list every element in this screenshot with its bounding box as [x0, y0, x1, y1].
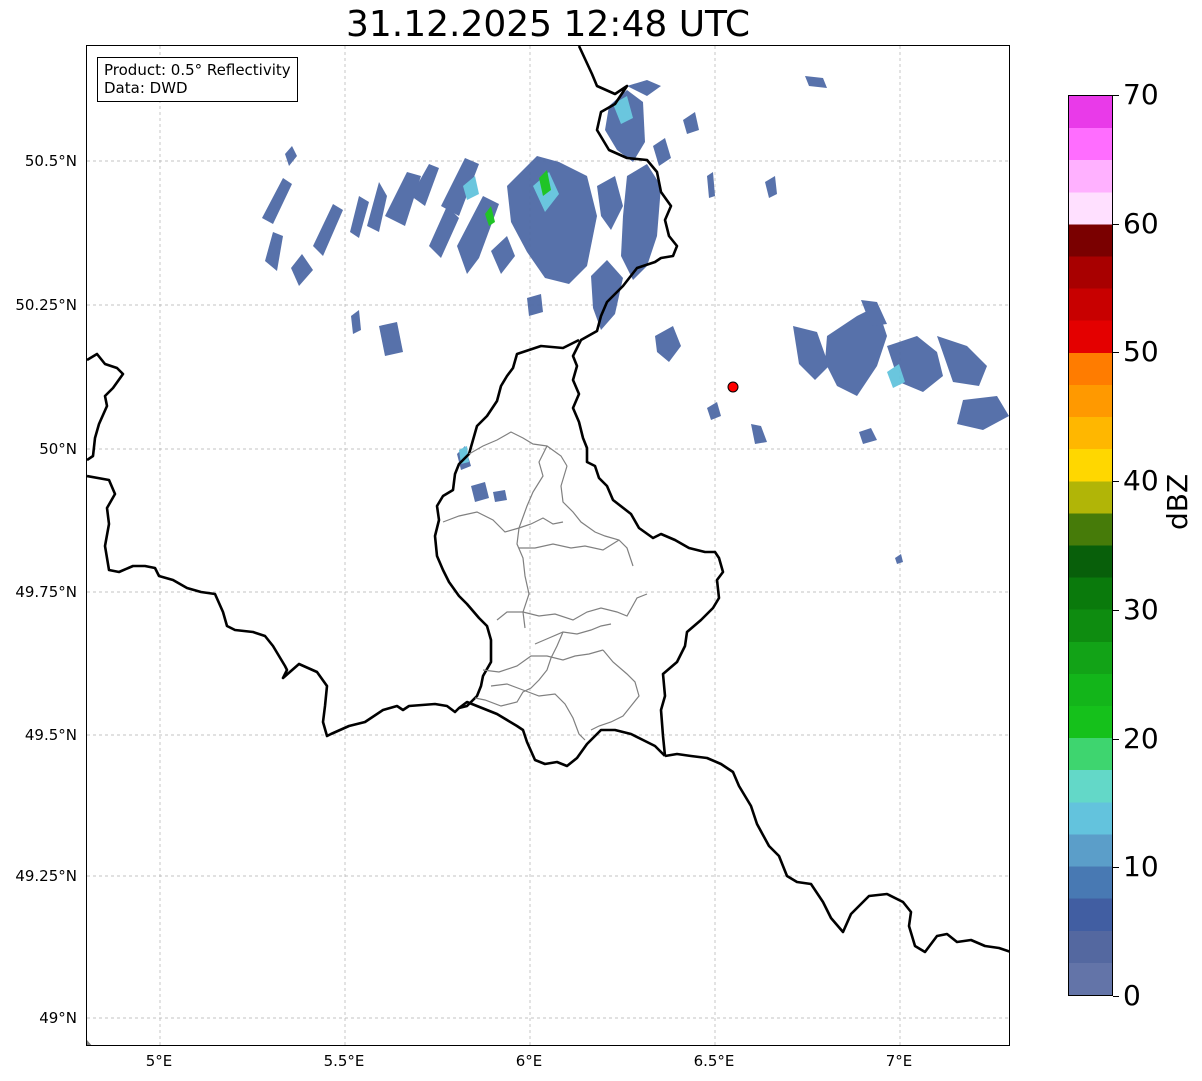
echo-cluster: [793, 326, 829, 380]
echo-cluster: [591, 260, 623, 330]
echo-cluster: [895, 554, 903, 564]
lat-label: 50.5°N: [24, 152, 77, 170]
echo-cluster: [805, 76, 827, 88]
echo-cluster: [313, 204, 343, 256]
product-info-box: Product: 0.5° Reflectivity Data: DWD: [97, 57, 298, 102]
colorbar-tick: [1113, 352, 1119, 353]
echo-cluster: [429, 206, 459, 258]
echo-cluster: [351, 310, 361, 334]
map-title: 31.12.2025 12:48 UTC: [345, 4, 751, 45]
echo-cluster: [471, 482, 489, 502]
lon-label: 5°E: [145, 1052, 173, 1070]
map-corner-marker: [87, 1040, 92, 1045]
colorbar-tick: [1113, 610, 1119, 611]
lat-label: 49.5°N: [24, 726, 77, 744]
colorbar-unit-label: dBZ: [1161, 473, 1194, 530]
admin-borders: [442, 431, 648, 741]
echo-cluster: [491, 236, 515, 274]
echo-cluster: [627, 80, 661, 96]
echo-cluster: [350, 196, 369, 238]
colorbar-tick-label: 70: [1123, 78, 1159, 111]
colorbar-tick-label: 30: [1123, 593, 1159, 626]
colorbar-tick: [1113, 224, 1119, 225]
echo-cluster: [597, 176, 623, 230]
echo-cluster: [285, 146, 297, 166]
echo-cluster: [265, 232, 283, 271]
map-canvas: [87, 46, 1009, 1045]
echo-cluster: [507, 156, 597, 284]
colorbar-tick-label: 40: [1123, 464, 1159, 497]
echo-cluster: [493, 490, 507, 502]
lon-label: 6.5°E: [693, 1052, 735, 1070]
radar-site-marker: [727, 381, 739, 393]
echo-cluster: [367, 182, 387, 232]
echo-cluster: [751, 424, 767, 444]
echo-cluster: [379, 322, 403, 356]
data-source-label: Data: DWD: [104, 79, 188, 97]
colorbar-tick: [1113, 867, 1119, 868]
colorbar-tick-label: 50: [1123, 335, 1159, 368]
echo-cluster: [683, 112, 699, 134]
echo-cluster: [765, 176, 777, 198]
colorbar-tick-label: 20: [1123, 722, 1159, 755]
country-border: [87, 352, 125, 462]
lat-label: 49.75°N: [15, 583, 77, 601]
colorbar-tick: [1113, 996, 1119, 997]
echo-cluster: [859, 428, 877, 444]
colorbar-tick: [1113, 481, 1119, 482]
lon-label: 5.5°E: [323, 1052, 365, 1070]
echo-cluster: [957, 396, 1009, 430]
colorbar-tick: [1113, 95, 1119, 96]
echo-cluster: [937, 336, 987, 386]
radar-map[interactable]: [86, 45, 1010, 1046]
echo-cluster: [707, 402, 721, 420]
radar-echoes: [262, 76, 1009, 564]
echo-cluster: [655, 326, 681, 362]
colorbar-tick: [1113, 739, 1119, 740]
echo-cluster: [527, 294, 543, 316]
lat-label: 49.25°N: [15, 867, 77, 885]
country-border: [664, 752, 1009, 954]
colorbar-tick-label: 10: [1123, 850, 1159, 883]
country-border: [433, 338, 580, 710]
lat-label: 49°N: [39, 1009, 77, 1027]
product-label: Product: 0.5° Reflectivity: [104, 61, 291, 79]
echo-cluster: [291, 254, 313, 286]
echo-cluster: [707, 172, 715, 198]
lat-label: 50°N: [39, 440, 77, 458]
colorbar-tick-label: 60: [1123, 207, 1159, 240]
colorbar-tick-label: 0: [1123, 979, 1141, 1012]
lon-label: 6°E: [515, 1052, 543, 1070]
echo-cluster: [262, 178, 292, 224]
colorbar: [1068, 95, 1113, 996]
echo-cluster: [653, 138, 671, 166]
lon-label: 7°E: [885, 1052, 913, 1070]
lat-label: 50.25°N: [15, 296, 77, 314]
echo-cluster: [457, 196, 499, 274]
country-border: [571, 46, 725, 757]
